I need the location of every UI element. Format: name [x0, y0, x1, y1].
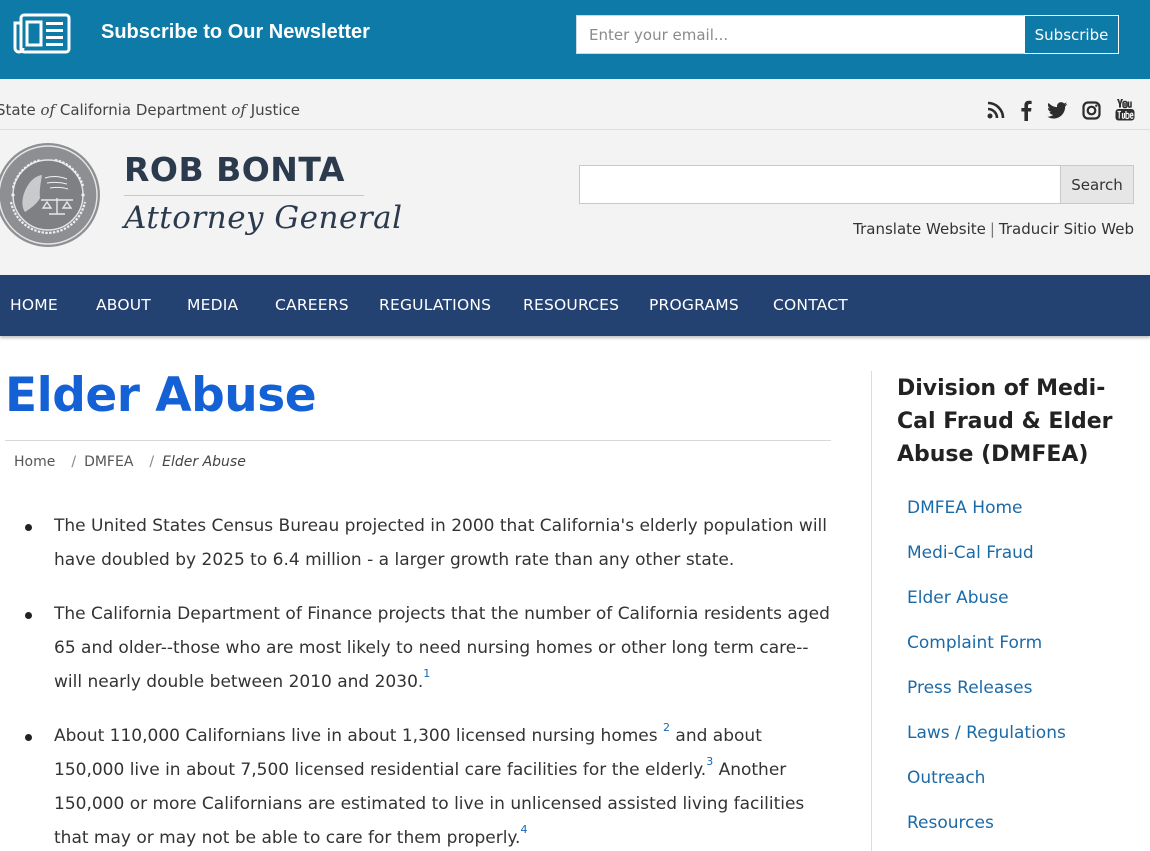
footnote-link[interactable]: 2	[663, 721, 670, 734]
sidebar-divider	[871, 371, 872, 851]
facebook-icon[interactable]	[1018, 99, 1034, 121]
bullet-dot	[25, 524, 32, 531]
sidebar-item-dmfea-home[interactable]: DMFEA Home	[907, 498, 1023, 518]
main-navigation: HOME ABOUT MEDIA CAREERS REGULATIONS RES…	[0, 275, 1150, 336]
footnote-link[interactable]: 4	[520, 823, 527, 836]
nav-item-contact[interactable]: CONTACT	[773, 296, 848, 314]
site-search-input[interactable]	[579, 165, 1062, 204]
breadcrumb-current: Elder Abuse	[162, 454, 246, 470]
breadcrumb-separator: /	[71, 454, 77, 470]
bullet-dot	[25, 612, 32, 619]
nav-item-media[interactable]: MEDIA	[187, 296, 238, 314]
footnote-link[interactable]: 3	[706, 755, 713, 768]
header-divider	[124, 195, 364, 196]
nav-item-regulations[interactable]: REGULATIONS	[379, 296, 491, 314]
sidebar-item-complaint-form[interactable]: Complaint Form	[907, 633, 1042, 653]
footnote-link[interactable]: 1	[423, 667, 430, 680]
elder-abuse-facts-list: The United States Census Bureau projecte…	[20, 509, 830, 851]
attorney-general-title: Attorney General	[124, 200, 403, 236]
attorney-general-name: ROB BONTA	[124, 150, 345, 189]
title-divider	[5, 440, 831, 441]
list-item: The California Department of Finance pro…	[20, 597, 830, 699]
sidebar-item-medi-cal-fraud[interactable]: Medi-Cal Fraud	[907, 543, 1034, 563]
newsletter-bar: Subscribe to Our Newsletter Subscribe	[0, 0, 1150, 79]
newsletter-title: Subscribe to Our Newsletter	[101, 21, 370, 43]
bullet-text: The United States Census Bureau projecte…	[54, 516, 828, 570]
traducir-sitio-web-link[interactable]: Traducir Sitio Web	[999, 220, 1134, 238]
site-header: ROB BONTA Attorney General Search Transl…	[0, 130, 1150, 275]
bullet-dot	[25, 734, 32, 741]
site-search-button[interactable]: Search	[1060, 165, 1134, 204]
california-doj-seal	[0, 143, 100, 247]
youtube-icon[interactable]	[1114, 99, 1136, 121]
breadcrumb-home[interactable]: Home	[14, 454, 55, 470]
translate-website-link[interactable]: Translate Website	[853, 220, 986, 238]
sidebar-item-resources[interactable]: Resources	[907, 813, 994, 833]
sidebar-title: Division of Medi-Cal Fraud & Elder Abuse…	[897, 376, 1113, 467]
nav-item-home[interactable]: HOME	[10, 296, 58, 314]
sidebar-item-outreach[interactable]: Outreach	[907, 768, 985, 788]
breadcrumb: Home / DMFEA / Elder Abuse	[14, 454, 246, 470]
nav-item-programs[interactable]: PROGRAMS	[649, 296, 739, 314]
breadcrumb-dmfea[interactable]: DMFEA	[84, 454, 133, 470]
state-department-label: State of California Department of Justic…	[0, 101, 301, 119]
breadcrumb-separator: /	[149, 454, 155, 470]
translate-separator: |	[989, 220, 995, 238]
sidebar-links: DMFEA Home Medi-Cal Fraud Elder Abuse Co…	[907, 498, 1066, 851]
newsletter-email-input[interactable]	[576, 15, 1026, 54]
twitter-icon[interactable]	[1046, 99, 1068, 121]
sidebar-item-press-releases[interactable]: Press Releases	[907, 678, 1032, 698]
nav-item-about[interactable]: ABOUT	[96, 296, 151, 314]
bullet-text: The California Department of Finance pro…	[54, 604, 830, 692]
list-item: The United States Census Bureau projecte…	[20, 509, 830, 577]
page-title: Elder Abuse	[5, 368, 317, 423]
subscribe-button[interactable]: Subscribe	[1024, 15, 1119, 54]
sidebar-item-elder-abuse[interactable]: Elder Abuse	[907, 588, 1009, 608]
utility-bar: State of California Department of Justic…	[0, 79, 1150, 130]
newspaper-icon	[13, 13, 71, 54]
rss-icon[interactable]	[986, 99, 1006, 121]
list-item: About 110,000 Californians live in about…	[20, 719, 830, 851]
sidebar-item-laws-regulations[interactable]: Laws / Regulations	[907, 723, 1066, 743]
nav-item-careers[interactable]: CAREERS	[275, 296, 349, 314]
translate-links: Translate Website | Traducir Sitio Web	[853, 220, 1134, 238]
nav-item-resources[interactable]: RESOURCES	[523, 296, 619, 314]
instagram-icon[interactable]	[1081, 99, 1101, 121]
bullet-text: About 110,000 Californians live in about…	[54, 726, 664, 746]
